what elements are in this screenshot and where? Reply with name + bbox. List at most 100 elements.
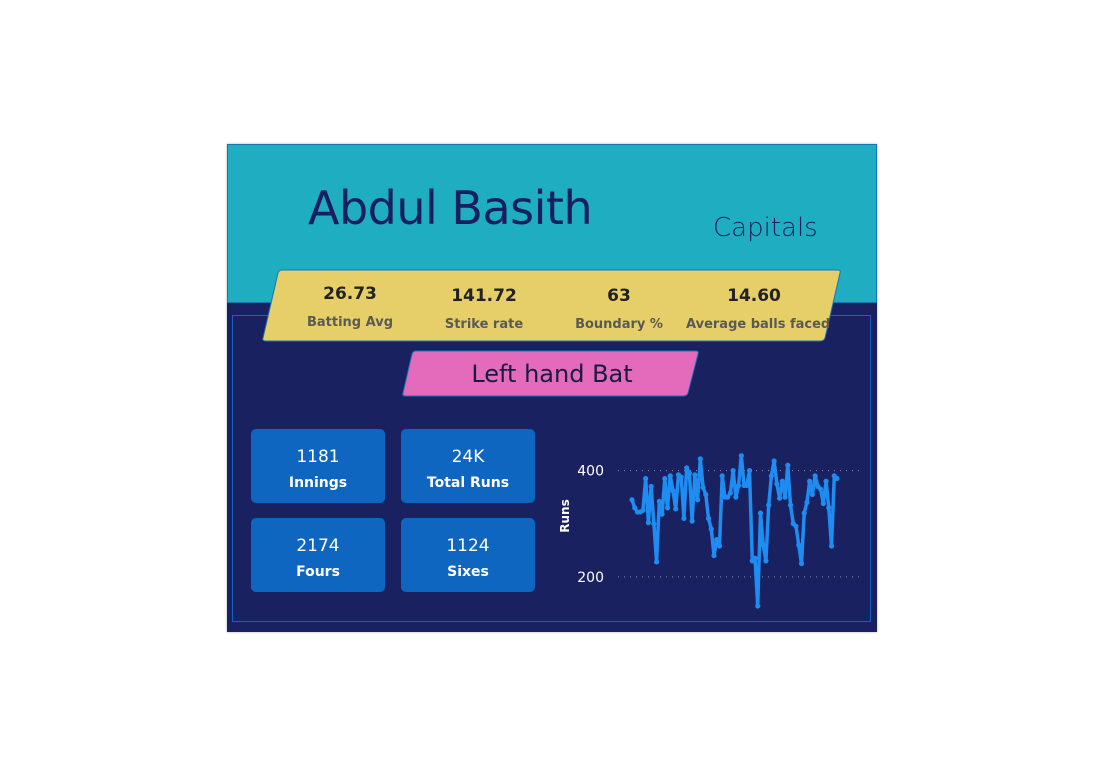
runs-data-point: [708, 526, 714, 532]
runs-data-point: [826, 505, 832, 511]
batting-hand-badge: Left hand Bat: [402, 350, 702, 398]
runs-data-point: [798, 560, 805, 567]
kpi-total-runs-value: 24K: [451, 447, 485, 467]
runs-data-point: [807, 478, 813, 484]
runs-data-point: [752, 555, 758, 561]
runs-data-point: [774, 481, 780, 487]
runs-data-point: [782, 494, 788, 500]
runs-data-point: [757, 510, 764, 516]
runs-data-point: [629, 497, 635, 503]
runs-data-point: [779, 478, 785, 484]
stat-boundary-pct: 63 Boundary %: [567, 269, 671, 343]
runs-data-point: [719, 473, 725, 479]
stat-strike-rate-label: Strike rate: [444, 317, 524, 332]
runs-data-point: [777, 495, 783, 501]
runs-data-point: [695, 497, 701, 503]
runs-data-point: [656, 498, 662, 504]
batting-hand-text: Left hand Bat: [471, 360, 633, 388]
stat-batting-avg-value: 26.73: [323, 284, 377, 304]
kpi-innings-label: Innings: [288, 475, 348, 491]
stat-avg-balls-faced: 14.60 Average balls faced: [686, 269, 831, 343]
runs-data-point: [651, 521, 657, 527]
runs-data-point: [643, 475, 649, 482]
runs-data-point: [828, 543, 835, 549]
runs-data-point: [711, 552, 717, 559]
stats-band: 26.73 Batting Avg 141.72 Strike rate 63 …: [262, 269, 842, 343]
stat-strike-rate: 141.72 Strike rate: [434, 269, 534, 343]
stat-avg-balls-faced-value: 14.60: [727, 286, 781, 306]
y-tick-label: 400: [577, 464, 604, 480]
runs-data-point: [681, 515, 687, 521]
runs-data-point: [670, 488, 676, 494]
runs-data-point: [716, 543, 723, 549]
runs-data-point: [662, 475, 668, 482]
runs-data-point: [648, 483, 654, 490]
runs-data-point: [714, 537, 720, 543]
y-tick-label: 200: [577, 570, 604, 586]
runs-data-point: [697, 456, 703, 462]
runs-data-point: [692, 472, 698, 478]
kpi-innings: 1181 Innings: [251, 429, 385, 503]
kpi-sixes: 1124 Sixes: [401, 518, 535, 592]
runs-data-point: [659, 511, 665, 517]
runs-data-point: [686, 470, 692, 476]
team-name: Capitals: [713, 213, 818, 243]
runs-data-point: [760, 542, 766, 548]
runs-data-point: [673, 506, 679, 512]
runs-chart-svg: 200 400 Runs: [558, 453, 862, 609]
runs-data-point: [755, 603, 761, 609]
runs-data-point: [766, 502, 772, 508]
runs-data-point: [834, 475, 840, 482]
kpi-sixes-value: 1124: [446, 536, 490, 556]
kpi-innings-value: 1181: [296, 447, 340, 467]
runs-data-point: [809, 491, 815, 498]
runs-data-point: [689, 518, 695, 524]
runs-data-point: [645, 520, 651, 526]
runs-data-point: [823, 478, 829, 484]
runs-data-point: [818, 486, 824, 492]
runs-data-point: [727, 490, 733, 496]
y-axis-title: Runs: [558, 499, 572, 532]
stat-boundary-pct-label: Boundary %: [575, 317, 663, 332]
runs-data-point: [700, 484, 706, 491]
runs-data-point: [667, 473, 673, 479]
runs-line-chart: 200 400 Runs: [552, 444, 872, 614]
kpi-sixes-label: Sixes: [447, 564, 489, 580]
stat-batting-avg-label: Batting Avg: [306, 315, 394, 330]
kpi-total-runs: 24K Total Runs: [401, 429, 535, 503]
runs-data-point: [793, 523, 799, 529]
stat-batting-avg: 26.73 Batting Avg: [302, 269, 398, 343]
player-card: Abdul Basith Capitals 26.73 Batting Avg …: [227, 144, 877, 632]
runs-data-point: [703, 491, 709, 498]
kpi-total-runs-label: Total Runs: [426, 475, 510, 491]
kpi-fours-label: Fours: [296, 564, 340, 580]
kpi-fours-value: 2174: [296, 536, 340, 556]
runs-data-point: [705, 515, 712, 521]
runs-data-point: [733, 494, 739, 500]
runs-data-point: [820, 500, 826, 507]
kpi-fours: 2174 Fours: [251, 518, 385, 592]
runs-data-point: [730, 467, 736, 474]
runs-data-point: [736, 482, 742, 489]
runs-data-point: [804, 499, 810, 506]
runs-data-point: [763, 558, 769, 564]
runs-data-point: [684, 465, 690, 471]
runs-data-point: [678, 474, 684, 480]
runs-data-point: [801, 510, 807, 516]
player-name: Abdul Basith: [308, 181, 593, 235]
runs-data-point: [771, 458, 777, 464]
runs-data-point: [640, 507, 646, 514]
runs-data-point: [812, 473, 818, 479]
runs-data-point: [785, 462, 791, 468]
stat-avg-balls-faced-label: Average balls faced: [686, 317, 831, 332]
runs-data-point: [787, 502, 794, 508]
stat-boundary-pct-value: 63: [607, 286, 631, 306]
runs-data-point: [796, 542, 802, 548]
stat-strike-rate-value: 141.72: [451, 286, 517, 306]
runs-data-point: [746, 467, 753, 474]
runs-data-point: [654, 559, 660, 565]
runs-data-point: [768, 473, 774, 479]
runs-data-point: [664, 505, 671, 511]
runs-data-point: [744, 482, 750, 489]
runs-data-point: [738, 453, 744, 459]
